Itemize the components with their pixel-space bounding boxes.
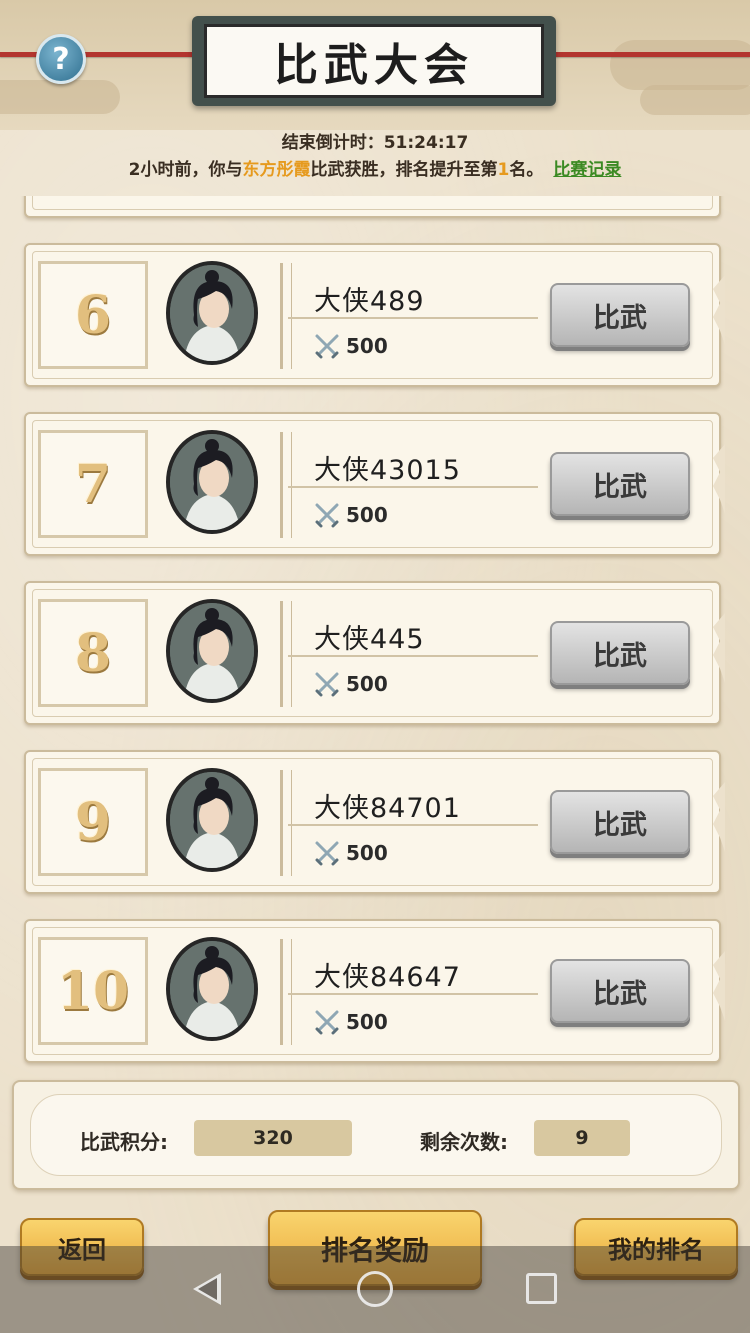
power-value: 500 bbox=[346, 503, 388, 527]
help-button[interactable]: ? bbox=[36, 34, 86, 84]
remaining-label: 剩余次数: bbox=[420, 1130, 508, 1154]
list-item-partial bbox=[24, 196, 721, 218]
player-name: 大侠489 bbox=[314, 286, 425, 317]
rank-number: 7 bbox=[74, 453, 112, 515]
cloud-decoration bbox=[640, 85, 750, 115]
points-value: 320 bbox=[194, 1120, 352, 1156]
crossed-swords-icon bbox=[315, 672, 339, 697]
player-name: 大侠84647 bbox=[314, 962, 461, 993]
stats-panel: 比武积分: 320 剩余次数: 9 bbox=[12, 1080, 740, 1190]
player-row-8: 8 大侠445 500 比武 bbox=[24, 581, 725, 725]
countdown-line: 结束倒计时：51:24:17 bbox=[0, 130, 750, 156]
player-row-7: 7 大侠43015 500 比武 bbox=[24, 412, 725, 556]
battle-record-link[interactable]: 比赛记录 bbox=[553, 160, 621, 180]
player-row-6: 6 大侠489 500 比武 bbox=[24, 243, 725, 387]
player-avatar bbox=[166, 430, 258, 534]
countdown-label: 结束倒计时： bbox=[281, 133, 384, 153]
player-name: 大侠445 bbox=[314, 624, 425, 655]
system-nav-bar bbox=[0, 1246, 750, 1333]
remaining-value: 9 bbox=[534, 1120, 630, 1156]
power-value: 500 bbox=[346, 841, 388, 865]
rank-highlight: 1 bbox=[497, 160, 510, 180]
message-suffix: 名。 bbox=[509, 160, 544, 180]
ranking-list[interactable]: 6 大侠489 500 比武 7 大侠43015 500 比武 8 大侠445 … bbox=[0, 196, 750, 1072]
rank-box: 8 bbox=[38, 599, 148, 707]
player-row-9: 9 大侠84701 500 比武 bbox=[24, 750, 725, 894]
player-avatar bbox=[166, 937, 258, 1041]
row-divider bbox=[280, 432, 292, 538]
message-prefix: 2小时前，你与 bbox=[128, 160, 243, 180]
page-title: 比武大会 bbox=[274, 40, 474, 91]
points-label: 比武积分: bbox=[80, 1130, 168, 1154]
challenge-button[interactable]: 比武 bbox=[550, 283, 690, 347]
paper-tear bbox=[713, 275, 725, 345]
player-power: 500 bbox=[314, 502, 388, 528]
crossed-swords-icon bbox=[315, 503, 339, 528]
rank-number: 8 bbox=[74, 622, 112, 684]
crossed-swords-icon bbox=[315, 1010, 339, 1035]
opponent-name: 东方彤霞 bbox=[242, 160, 311, 180]
row-divider bbox=[280, 601, 292, 707]
recent-square-icon[interactable] bbox=[526, 1273, 557, 1304]
player-avatar bbox=[166, 599, 258, 703]
challenge-button[interactable]: 比武 bbox=[550, 452, 690, 516]
rank-box: 6 bbox=[38, 261, 148, 369]
cloud-decoration bbox=[610, 40, 750, 90]
last-battle-message: 2小时前，你与东方彤霞比武获胜，排名提升至第1名。 比赛记录 bbox=[0, 156, 750, 184]
paper-tear bbox=[713, 613, 725, 683]
power-value: 500 bbox=[346, 334, 388, 358]
player-name: 大侠43015 bbox=[314, 455, 461, 486]
player-row-10: 10 大侠84647 500 比武 bbox=[24, 919, 725, 1063]
paper-tear bbox=[713, 444, 725, 514]
paper-tear bbox=[713, 951, 725, 1021]
message-middle: 比武获胜，排名提升至第 bbox=[310, 160, 498, 180]
cloud-decoration bbox=[0, 80, 120, 114]
title-plaque: 比武大会 bbox=[192, 16, 556, 106]
challenge-button[interactable]: 比武 bbox=[550, 959, 690, 1023]
rank-box: 7 bbox=[38, 430, 148, 538]
battle-info: 结束倒计时：51:24:17 2小时前，你与东方彤霞比武获胜，排名提升至第1名。… bbox=[0, 130, 750, 184]
rank-box: 10 bbox=[38, 937, 148, 1045]
rank-number: 6 bbox=[74, 284, 112, 346]
player-power: 500 bbox=[314, 333, 388, 359]
crossed-swords-icon bbox=[315, 334, 339, 359]
player-name: 大侠84701 bbox=[314, 793, 461, 824]
player-power: 500 bbox=[314, 1009, 388, 1035]
row-divider bbox=[280, 939, 292, 1045]
home-circle-icon[interactable] bbox=[357, 1271, 393, 1307]
rope-left bbox=[0, 52, 200, 57]
player-power: 500 bbox=[314, 840, 388, 866]
challenge-button[interactable]: 比武 bbox=[550, 621, 690, 685]
power-value: 500 bbox=[346, 672, 388, 696]
row-divider bbox=[280, 263, 292, 369]
row-divider bbox=[280, 770, 292, 876]
rank-box: 9 bbox=[38, 768, 148, 876]
question-icon: ? bbox=[52, 41, 70, 77]
player-avatar bbox=[166, 261, 258, 365]
rope-right bbox=[550, 52, 750, 57]
paper-tear bbox=[713, 782, 725, 852]
countdown-value: 51:24:17 bbox=[383, 133, 469, 153]
player-power: 500 bbox=[314, 671, 388, 697]
rank-number: 10 bbox=[56, 960, 130, 1022]
crossed-swords-icon bbox=[315, 841, 339, 866]
challenge-button[interactable]: 比武 bbox=[550, 790, 690, 854]
power-value: 500 bbox=[346, 1010, 388, 1034]
rank-number: 9 bbox=[74, 791, 112, 853]
player-avatar bbox=[166, 768, 258, 872]
back-triangle-icon[interactable] bbox=[193, 1273, 221, 1305]
